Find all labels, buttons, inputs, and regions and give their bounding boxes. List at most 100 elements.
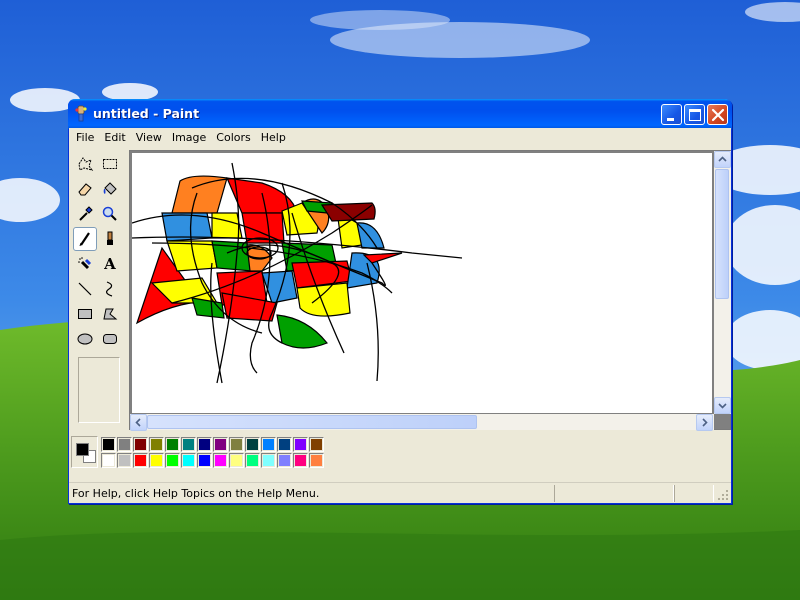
text-tool-glyph: A xyxy=(104,255,116,273)
airbrush-icon xyxy=(78,257,92,270)
curve-tool[interactable] xyxy=(98,277,122,301)
color-swatch[interactable] xyxy=(181,437,196,452)
text-tool[interactable]: A xyxy=(98,252,122,276)
swatch-fill xyxy=(183,439,194,450)
ellipse-tool[interactable] xyxy=(73,327,97,351)
scroll-up-button[interactable] xyxy=(714,151,731,168)
magnifier-tool[interactable] xyxy=(98,202,122,226)
menu-view[interactable]: View xyxy=(131,131,167,144)
eraser-tool[interactable] xyxy=(73,177,97,201)
color-swatch[interactable] xyxy=(197,437,212,452)
magnifier-icon xyxy=(102,206,117,221)
rounded-rectangle-icon xyxy=(103,334,117,344)
swatch-fill xyxy=(247,439,258,450)
menu-colors[interactable]: Colors xyxy=(211,131,255,144)
maximize-button[interactable] xyxy=(684,104,705,125)
color-swatch[interactable] xyxy=(101,453,116,468)
horizontal-scrollbar[interactable] xyxy=(130,414,714,431)
color-swatch[interactable] xyxy=(117,453,132,468)
color-swatch[interactable] xyxy=(277,453,292,468)
status-help-text: For Help, click Help Topics on the Help … xyxy=(72,487,320,500)
swatch-fill xyxy=(295,439,306,450)
menu-image[interactable]: Image xyxy=(167,131,211,144)
drawing-artwork xyxy=(131,162,463,384)
swatch-fill xyxy=(247,455,258,466)
color-swatch[interactable] xyxy=(149,437,164,452)
rectangle-tool[interactable] xyxy=(73,302,97,326)
color-swatch[interactable] xyxy=(293,437,308,452)
airbrush-tool[interactable] xyxy=(73,252,97,276)
pick-color-tool[interactable] xyxy=(73,202,97,226)
curve-icon xyxy=(106,281,113,297)
current-colors-indicator[interactable] xyxy=(71,436,98,468)
chevron-left-icon xyxy=(135,418,141,427)
menu-file[interactable]: File xyxy=(71,131,99,144)
polygon-tool[interactable] xyxy=(98,302,122,326)
color-swatch[interactable] xyxy=(229,437,244,452)
yellow-region xyxy=(211,212,243,239)
resize-grip-icon[interactable] xyxy=(717,489,729,501)
pencil-icon xyxy=(79,232,90,247)
color-swatch[interactable] xyxy=(117,437,132,452)
fill-tool[interactable] xyxy=(98,177,122,201)
color-swatch[interactable] xyxy=(197,453,212,468)
color-box xyxy=(69,434,731,478)
scroll-left-button[interactable] xyxy=(130,414,147,431)
color-swatch[interactable] xyxy=(149,453,164,468)
color-swatch[interactable] xyxy=(293,453,308,468)
menu-edit[interactable]: Edit xyxy=(99,131,130,144)
swatch-fill xyxy=(215,439,226,450)
color-swatch[interactable] xyxy=(181,453,196,468)
color-swatch[interactable] xyxy=(165,437,180,452)
color-swatch[interactable] xyxy=(133,437,148,452)
line-icon xyxy=(78,282,92,296)
green-region xyxy=(276,314,328,349)
red-region xyxy=(362,252,403,264)
foreground-color xyxy=(76,443,89,456)
tool-box: A xyxy=(71,150,127,427)
color-swatch[interactable] xyxy=(133,453,148,468)
swatch-fill xyxy=(263,455,274,466)
pencil-tool[interactable] xyxy=(73,227,97,251)
title-bar[interactable]: untitled - Paint xyxy=(68,99,732,129)
color-swatch[interactable] xyxy=(245,453,260,468)
color-swatch[interactable] xyxy=(213,437,228,452)
color-swatch[interactable] xyxy=(261,453,276,468)
color-swatch[interactable] xyxy=(261,437,276,452)
color-swatch[interactable] xyxy=(165,453,180,468)
scroll-right-button[interactable] xyxy=(696,414,713,431)
free-form-select-tool[interactable] xyxy=(73,152,97,176)
close-button[interactable] xyxy=(707,104,728,125)
select-tool[interactable] xyxy=(98,152,122,176)
maximize-icon xyxy=(689,109,701,121)
color-swatch[interactable] xyxy=(229,453,244,468)
color-swatch[interactable] xyxy=(277,437,292,452)
tool-options-box[interactable] xyxy=(78,357,120,423)
rounded-rectangle-tool[interactable] xyxy=(98,327,122,351)
color-swatch[interactable] xyxy=(101,437,116,452)
color-swatch[interactable] xyxy=(309,453,324,468)
swatch-fill xyxy=(311,455,322,466)
horizontal-scroll-thumb[interactable] xyxy=(147,415,477,429)
color-swatch[interactable] xyxy=(245,437,260,452)
vertical-scroll-thumb[interactable] xyxy=(715,169,729,299)
swatch-fill xyxy=(167,439,178,450)
vertical-scrollbar[interactable] xyxy=(714,151,731,414)
color-swatch[interactable] xyxy=(309,437,324,452)
menu-help[interactable]: Help xyxy=(256,131,291,144)
color-swatch[interactable] xyxy=(213,453,228,468)
swatch-fill xyxy=(279,455,290,466)
eraser-icon xyxy=(78,183,92,196)
swatch-fill xyxy=(311,439,322,450)
close-icon xyxy=(711,108,725,122)
minimize-button[interactable] xyxy=(661,104,682,125)
eyedropper-icon xyxy=(79,206,93,221)
brush-tool[interactable] xyxy=(98,227,122,251)
chevron-up-icon xyxy=(718,156,727,162)
paint-app-icon xyxy=(75,105,87,122)
line-tool[interactable] xyxy=(73,277,97,301)
scroll-down-button[interactable] xyxy=(714,397,731,414)
status-bar: For Help, click Help Topics on the Help … xyxy=(69,482,731,503)
chevron-right-icon xyxy=(702,418,708,427)
drawing-canvas[interactable] xyxy=(131,153,712,413)
